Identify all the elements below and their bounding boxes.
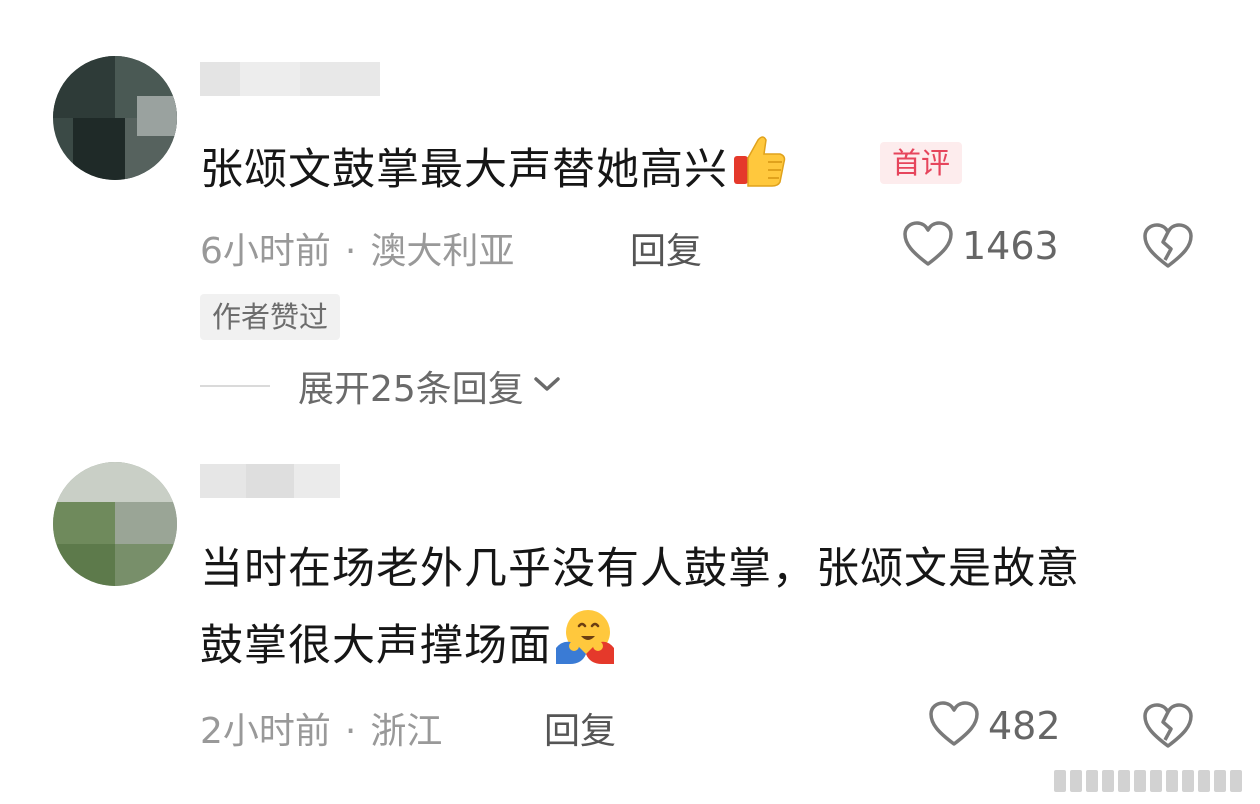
- dislike-button[interactable]: [1142, 702, 1194, 754]
- hugging-face-icon: [554, 608, 616, 683]
- comment-meta: 2小时前 · 浙江: [200, 711, 443, 752]
- watermark-logo: [1054, 770, 1242, 792]
- first-comment-badge: 首评: [880, 142, 963, 184]
- like-button[interactable]: 1463: [902, 220, 1059, 272]
- reply-button[interactable]: 回复: [544, 702, 616, 754]
- comment-location: 浙江: [370, 711, 443, 752]
- comment-meta: 6小时前 · 澳大利亚: [200, 231, 515, 272]
- comment-location: 澳大利亚: [370, 231, 515, 272]
- avatar[interactable]: [53, 56, 177, 180]
- comment-text-line-2: 鼓掌很大声撑场面: [200, 608, 616, 683]
- broken-heart-icon: [1142, 703, 1194, 754]
- broken-heart-icon: [1142, 223, 1194, 274]
- username-blurred: [200, 62, 380, 96]
- chevron-down-icon: [532, 374, 562, 398]
- heart-outline-icon: [902, 220, 954, 272]
- expand-replies[interactable]: 展开25条回复: [200, 360, 562, 412]
- author-liked-badge: 作者赞过: [200, 294, 341, 340]
- expand-replies-label: 展开25条回复: [298, 369, 524, 410]
- comment-time: 6小时前: [200, 231, 331, 272]
- comment-text: 张颂文鼓掌最大声替她高兴: [200, 132, 788, 207]
- heart-outline-icon: [928, 700, 980, 752]
- dislike-button[interactable]: [1142, 222, 1194, 274]
- reply-button[interactable]: 回复: [630, 222, 702, 274]
- username-blurred: [200, 464, 340, 498]
- like-count: 482: [988, 704, 1061, 748]
- divider: [200, 385, 270, 387]
- thumbs-up-icon: [730, 132, 788, 207]
- like-button[interactable]: 482: [928, 700, 1061, 752]
- like-count: 1463: [962, 224, 1059, 268]
- avatar[interactable]: [53, 462, 177, 586]
- comment-time: 2小时前: [200, 711, 331, 752]
- comment-text-line-1: 当时在场老外几乎没有人鼓掌，张颂文是故意: [200, 544, 1080, 594]
